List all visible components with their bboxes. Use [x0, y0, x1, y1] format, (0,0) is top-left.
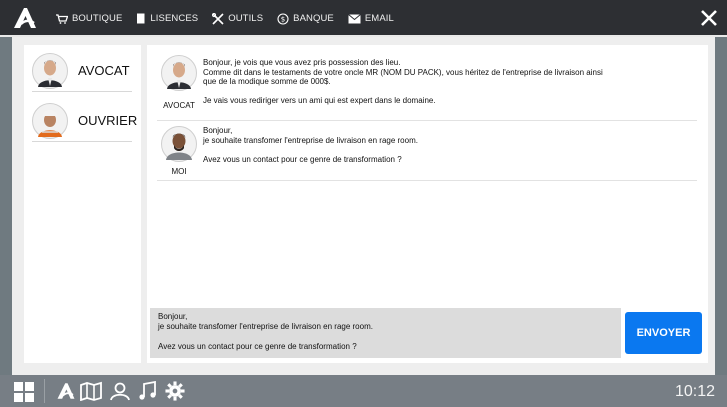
app-logo-icon[interactable]: [12, 6, 38, 30]
message-input-text: Bonjour, je souhaite transfomer l'entrep…: [158, 312, 373, 351]
send-button[interactable]: ENVOYER: [625, 312, 702, 354]
taskbar-divider: [44, 379, 45, 403]
contact-name: OUVRIER: [78, 113, 138, 128]
taskbar: 10:12: [0, 375, 727, 407]
message-item: MOI Bonjour, je souhaite transfomer l'en…: [157, 126, 697, 181]
menu-item-banque[interactable]: $ BANQUE: [277, 12, 334, 25]
music-icon[interactable]: [138, 381, 158, 401]
lawyer-avatar-icon: [32, 53, 68, 89]
clock: 10:12: [674, 383, 715, 400]
menu-item-label: BOUTIQUE: [72, 13, 123, 24]
cart-icon: [56, 13, 68, 24]
contact-name: AVOCAT: [78, 63, 130, 78]
app-frame: BOUTIQUE LISENCES OUTILS $ BANQUE EMAIL …: [0, 0, 727, 407]
user-avatar-icon: [161, 126, 197, 162]
message-input[interactable]: Bonjour, je souhaite transfomer l'entrep…: [150, 308, 621, 358]
menu-item-email[interactable]: EMAIL: [348, 13, 394, 24]
menu-item-lisences[interactable]: LISENCES: [136, 13, 198, 24]
menu-item-label: EMAIL: [364, 13, 394, 24]
tools-icon: [212, 12, 224, 25]
message-sender: AVOCAT: [163, 101, 195, 110]
map-icon[interactable]: [80, 381, 102, 401]
message-text: Bonjour, je vois que vous avez pris poss…: [203, 58, 603, 106]
menu-item-boutique[interactable]: BOUTIQUE: [56, 13, 122, 24]
lawyer-avatar-icon: [161, 55, 197, 91]
message-text: Bonjour, je souhaite transfomer l'entrep…: [203, 126, 418, 164]
menu-item-label: LISENCES: [150, 13, 199, 24]
contact-list: AVOCAT OUVRIER: [24, 45, 141, 363]
menu-item-label: OUTILS: [228, 13, 264, 24]
worker-avatar-icon: [32, 103, 68, 139]
contacts-icon[interactable]: [109, 381, 131, 401]
top-bar: BOUTIQUE LISENCES OUTILS $ BANQUE EMAIL: [0, 0, 727, 37]
svg-text:$: $: [281, 15, 286, 23]
menu-item-outils[interactable]: OUTILS: [212, 12, 264, 25]
close-icon[interactable]: [699, 8, 719, 28]
messages-window: AVOCAT OUVRIER AVOCAT Bonjour, je vois q…: [12, 37, 715, 375]
settings-icon[interactable]: [164, 381, 186, 401]
contact-ouvrier[interactable]: OUVRIER: [32, 101, 137, 142]
bank-icon: $: [277, 12, 289, 25]
message-sender: MOI: [171, 167, 187, 176]
menu-item-label: BANQUE: [293, 13, 334, 24]
app-logo-icon[interactable]: [56, 381, 76, 401]
document-icon: [137, 13, 145, 24]
top-menu: BOUTIQUE LISENCES OUTILS $ BANQUE EMAIL: [56, 0, 408, 37]
message-item: AVOCAT Bonjour, je vois que vous avez pr…: [157, 51, 697, 121]
windows-menu-icon[interactable]: [14, 382, 34, 402]
mail-icon: [348, 13, 361, 23]
chat-panel: AVOCAT Bonjour, je vois que vous avez pr…: [147, 45, 708, 363]
contact-avocat[interactable]: AVOCAT: [32, 51, 132, 92]
